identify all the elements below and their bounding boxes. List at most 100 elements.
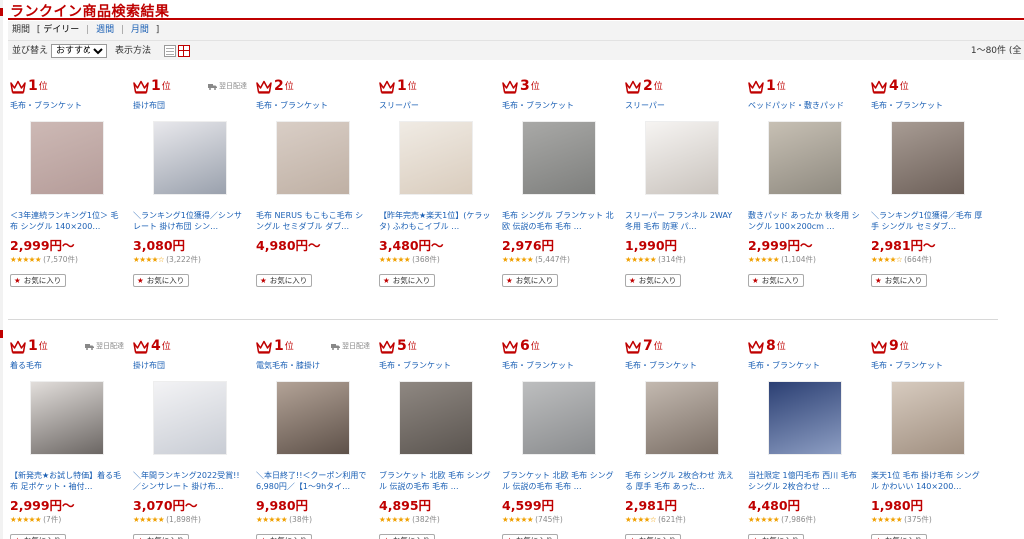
review-count-link[interactable]: (314件) [658,255,686,264]
product-name-link[interactable]: ＼ランキング1位獲得／シンサレート 掛け布団 シン… [133,210,247,232]
category-link[interactable]: ベッドパッド・敷きパッド [748,100,844,111]
product-card[interactable]: 5 位毛布・ブランケット ブランケット 北欧 毛布 シングル 伝説の毛布 毛布 … 4… [377,324,495,539]
favorite-button[interactable]: ★お気に入り [379,534,435,539]
favorite-button[interactable]: ★お気に入り [133,274,189,287]
product-name-link[interactable]: スリーパー フランネル 2WAY 冬用 毛布 防寒 パ… [625,210,739,232]
product-name-link[interactable]: 【新発売★お試し特価】着る毛布 足ポケット・袖付… [10,470,124,492]
product-image[interactable] [522,381,596,455]
product-card[interactable]: 4 位毛布・ブランケット ＼ランキング1位獲得／毛布 厚手 シングル セミダブ… 2,… [869,64,987,319]
favorite-button[interactable]: ★お気に入り [748,534,804,539]
product-card[interactable]: 2 位毛布・ブランケット 毛布 NERUS もこもこ毛布 シングル セミダブル ダブ… [254,64,372,319]
review-count-link[interactable]: (382件) [412,515,440,524]
product-card[interactable]: 2 位スリーパー スリーパー フランネル 2WAY 冬用 毛布 防寒 パ… 1,990… [623,64,741,319]
product-image[interactable] [768,381,842,455]
review-count-link[interactable]: (1,104件) [781,255,816,264]
category-link[interactable]: 毛布・ブランケット [748,360,820,371]
product-image[interactable] [276,121,350,195]
favorite-button[interactable]: ★お気に入り [256,274,312,287]
review-count-link[interactable]: (7,986件) [781,515,816,524]
category-link[interactable]: スリーパー [625,100,665,111]
product-image[interactable] [153,381,227,455]
product-image[interactable] [891,381,965,455]
favorite-button[interactable]: ★お気に入り [10,534,66,539]
category-link[interactable]: 掛け布団 [133,100,165,111]
product-image[interactable] [153,121,227,195]
favorite-button[interactable]: ★お気に入り [625,274,681,287]
review-count-link[interactable]: (38件) [289,515,312,524]
product-card[interactable]: 7 位毛布・ブランケット 毛布 シングル 2枚合わせ 洗える 厚手 毛布 あった… 2… [623,324,741,539]
review-count-link[interactable]: (5,447件) [535,255,570,264]
product-image[interactable] [768,121,842,195]
product-name-link[interactable]: 敷きパッド あったか 秋冬用 シングル 100×200cm … [748,210,862,232]
product-image[interactable] [645,381,719,455]
product-image[interactable] [399,381,473,455]
product-card[interactable]: 8 位毛布・ブランケット 当社限定 1億円毛布 西川 毛布 シングル 2枚合わせ …… [746,324,864,539]
category-link[interactable]: 毛布・ブランケット [871,360,943,371]
product-card[interactable]: 1 位 翌日配達 電気毛布・膝掛け ＼本日終了!!＜クーポン利用で6,980円／【1〜9… [254,324,372,539]
product-card[interactable]: 1 位ベッドパッド・敷きパッド 敷きパッド あったか 秋冬用 シングル 100×20… [746,64,864,319]
product-image[interactable] [30,381,104,455]
product-name-link[interactable]: ＼年間ランキング2022受賞!!／シンサレート 掛け布… [133,470,247,492]
product-card[interactable]: 1 位 翌日配達 着る毛布 【新発売★お試し特価】着る毛布 足ポケット・袖付… 2,999… [8,324,126,539]
favorite-button[interactable]: ★お気に入り [871,534,927,539]
product-name-link[interactable]: ＜3年連続ランキング1位＞ 毛布 シングル 140×200… [10,210,124,232]
favorite-button[interactable]: ★お気に入り [625,534,681,539]
category-link[interactable]: 着る毛布 [10,360,42,371]
review-count-link[interactable]: (368件) [412,255,440,264]
favorite-button[interactable]: ★お気に入り [748,274,804,287]
product-card[interactable]: 4 位掛け布団 ＼年間ランキング2022受賞!!／シンサレート 掛け布… 3,070円… [131,324,249,539]
product-name-link[interactable]: ブランケット 北欧 毛布 シングル 伝説の毛布 毛布 … [379,470,493,492]
review-count-link[interactable]: (621件) [658,515,686,524]
review-count-link[interactable]: (1,898件) [166,515,201,524]
category-link[interactable]: スリーパー [379,100,419,111]
category-link[interactable]: 電気毛布・膝掛け [256,360,320,371]
product-name-link[interactable]: 毛布 NERUS もこもこ毛布 シングル セミダブル ダブ… [256,210,370,232]
favorite-button[interactable]: ★お気に入り [871,274,927,287]
category-link[interactable]: 毛布・ブランケット [871,100,943,111]
product-card[interactable]: 3 位毛布・ブランケット 毛布 シングル ブランケット 北欧 伝説の毛布 毛布 … 2… [500,64,618,319]
favorite-button[interactable]: ★お気に入り [10,274,66,287]
category-link[interactable]: 毛布・ブランケット [502,100,574,111]
review-count-link[interactable]: (664件) [904,255,932,264]
product-image[interactable] [399,121,473,195]
review-count-link[interactable]: (745件) [535,515,563,524]
product-name-link[interactable]: 楽天1位 毛布 掛け毛布 シングル かわいい 140×200… [871,470,985,492]
product-name-link[interactable]: ＼本日終了!!＜クーポン利用で6,980円／【1〜9hタイ… [256,470,370,492]
list-view-icon[interactable] [164,45,176,57]
period-monthly-link[interactable]: 月間 [131,25,149,35]
product-image[interactable] [891,121,965,195]
review-count-link[interactable]: (7,570件) [43,255,78,264]
category-link[interactable]: 毛布・ブランケット [625,360,697,371]
sort-select[interactable]: おすすめ [51,44,107,58]
favorite-button[interactable]: ★お気に入り [502,534,558,539]
product-name-link[interactable]: 【昨年完売★楽天1位】(ケラッタ) ふわもこイブル … [379,210,493,232]
review-count-link[interactable]: (7件) [43,515,61,524]
product-image[interactable] [276,381,350,455]
product-name-link[interactable]: 毛布 シングル ブランケット 北欧 伝説の毛布 毛布 … [502,210,616,232]
product-image[interactable] [522,121,596,195]
category-link[interactable]: 毛布・ブランケット [256,100,328,111]
favorite-button[interactable]: ★お気に入り [256,534,312,539]
product-card[interactable]: 6 位毛布・ブランケット ブランケット 北欧 毛布 シングル 伝説の毛布 毛布 … 4… [500,324,618,539]
product-name-link[interactable]: 当社限定 1億円毛布 西川 毛布 シングル 2枚合わせ … [748,470,862,492]
category-link[interactable]: 毛布・ブランケット [10,100,82,111]
category-link[interactable]: 毛布・ブランケット [379,360,451,371]
product-name-link[interactable]: ブランケット 北欧 毛布 シングル 伝説の毛布 毛布 … [502,470,616,492]
product-card[interactable]: 1 位スリーパー 【昨年完売★楽天1位】(ケラッタ) ふわもこイブル … 3,480円… [377,64,495,319]
category-link[interactable]: 毛布・ブランケット [502,360,574,371]
category-link[interactable]: 掛け布団 [133,360,165,371]
product-image[interactable] [30,121,104,195]
favorite-button[interactable]: ★お気に入り [379,274,435,287]
product-image[interactable] [645,121,719,195]
review-count-link[interactable]: (3,222件) [166,255,201,264]
grid-view-icon[interactable] [178,45,190,57]
favorite-button[interactable]: ★お気に入り [133,534,189,539]
period-weekly-link[interactable]: 週間 [96,25,114,35]
product-name-link[interactable]: ＼ランキング1位獲得／毛布 厚手 シングル セミダブ… [871,210,985,232]
product-name-link[interactable]: 毛布 シングル 2枚合わせ 洗える 厚手 毛布 あった… [625,470,739,492]
product-card[interactable]: 1 位毛布・ブランケット ＜3年連続ランキング1位＞ 毛布 シングル 140×200… [8,64,126,319]
product-card[interactable]: 9 位毛布・ブランケット 楽天1位 毛布 掛け毛布 シングル かわいい 140×20… [869,324,987,539]
favorite-button[interactable]: ★お気に入り [502,274,558,287]
product-card[interactable]: 1 位 翌日配達 掛け布団 ＼ランキング1位獲得／シンサレート 掛け布団 シン… 3,08… [131,64,249,319]
review-count-link[interactable]: (375件) [904,515,932,524]
